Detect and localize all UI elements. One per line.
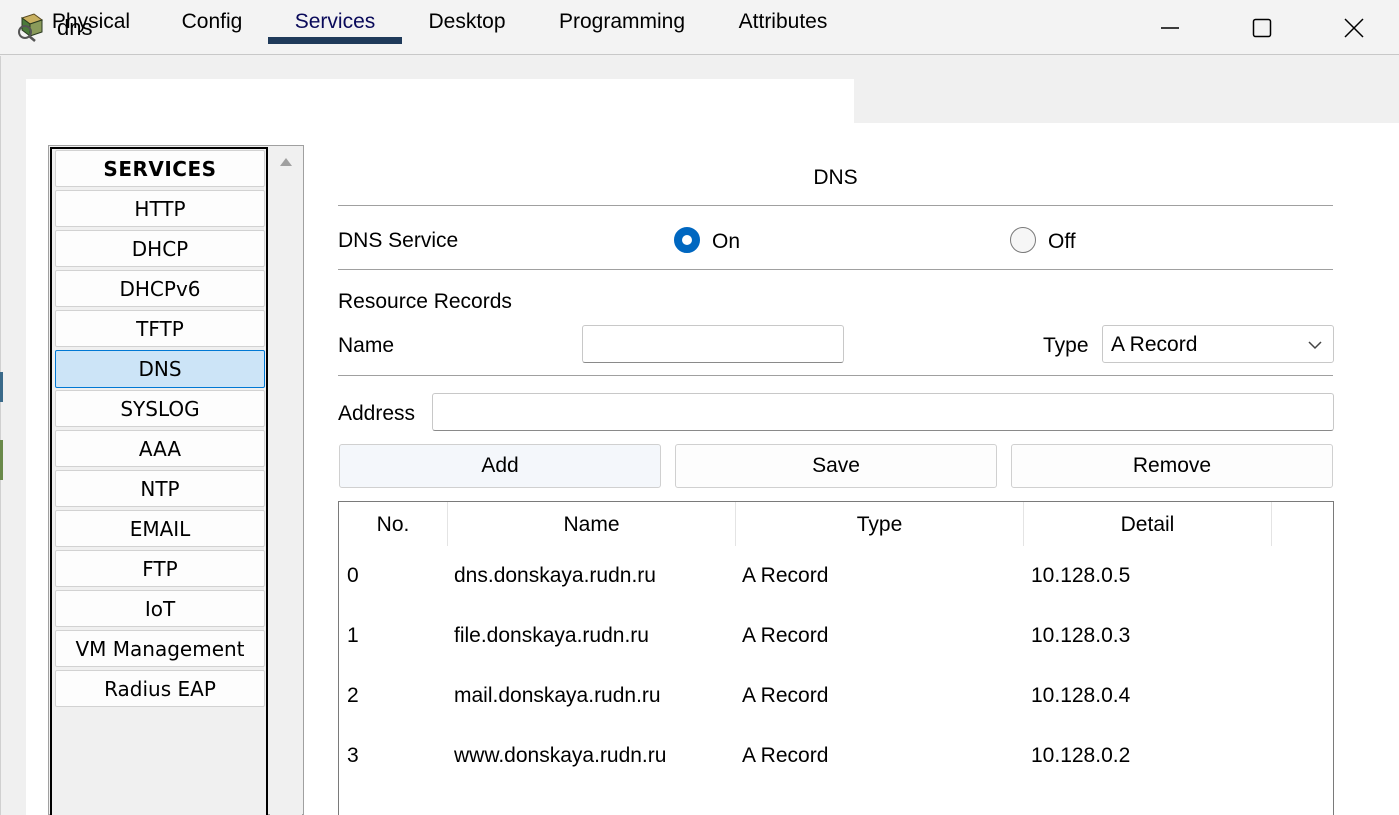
records-table: No. Name Type Detail 0 dns.donskaya.rudn… [338, 501, 1334, 815]
tab-desktop[interactable]: Desktop [402, 0, 532, 44]
resource-records-label: Resource Records [338, 290, 512, 313]
service-item-radius-eap[interactable]: Radius EAP [55, 670, 265, 707]
divider [338, 269, 1333, 270]
minimize-button[interactable] [1124, 0, 1216, 55]
service-item-aaa[interactable]: AAA [55, 430, 265, 467]
add-button[interactable]: Add [339, 444, 661, 488]
service-item-email[interactable]: EMAIL [55, 510, 265, 547]
service-item-http[interactable]: HTTP [55, 190, 265, 227]
save-button[interactable]: Save [675, 444, 997, 488]
name-input[interactable] [582, 325, 844, 363]
maximize-button[interactable] [1216, 0, 1308, 55]
tab-physical[interactable]: Physical [26, 0, 156, 44]
services-header: SERVICES [55, 150, 265, 187]
dns-title: DNS [813, 166, 858, 189]
cell-type: A Record [742, 624, 829, 647]
column-header-no[interactable]: No. [339, 502, 448, 546]
service-item-ntp[interactable]: NTP [55, 470, 265, 507]
service-item-syslog[interactable]: SYSLOG [55, 390, 265, 427]
tab-bar [26, 79, 854, 123]
window-edge [0, 440, 3, 480]
cell-name: dns.donskaya.rudn.ru [454, 564, 656, 587]
divider [338, 375, 1333, 376]
column-header-type[interactable]: Type [736, 502, 1024, 546]
cell-name: file.donskaya.rudn.ru [454, 624, 649, 647]
close-icon [1344, 17, 1364, 38]
service-item-iot[interactable]: IoT [55, 590, 265, 627]
dns-service-on-label[interactable]: On [712, 230, 740, 254]
cell-name: www.donskaya.rudn.ru [454, 744, 667, 767]
name-label: Name [338, 334, 395, 357]
cell-type: A Record [742, 684, 829, 707]
cell-detail: 10.128.0.2 [1031, 744, 1131, 767]
tab-programming[interactable]: Programming [532, 0, 712, 44]
column-header-detail[interactable]: Detail [1024, 502, 1272, 546]
cell-detail: 10.128.0.5 [1031, 564, 1131, 587]
scroll-up-arrow-icon[interactable] [280, 158, 292, 166]
service-item-vm-management[interactable]: VM Management [55, 630, 265, 667]
service-item-dns[interactable]: DNS [55, 350, 265, 388]
cell-type: A Record [742, 744, 829, 767]
type-label: Type [1043, 334, 1089, 357]
dns-service-off-radio[interactable] [1010, 227, 1036, 253]
type-select-value: A Record [1111, 333, 1198, 356]
tab-config[interactable]: Config [156, 0, 268, 44]
chevron-down-icon [1308, 341, 1322, 350]
cell-no: 0 [347, 564, 359, 587]
service-item-ftp[interactable]: FTP [55, 550, 265, 587]
cell-detail: 10.128.0.3 [1031, 624, 1131, 647]
cell-no: 1 [347, 624, 359, 647]
tab-services[interactable]: Services [268, 0, 402, 44]
services-scrollbar[interactable] [270, 147, 302, 815]
cell-no: 3 [347, 744, 359, 767]
type-select[interactable]: A Record [1102, 325, 1334, 363]
window-edge [0, 372, 3, 402]
close-button[interactable] [1308, 0, 1399, 55]
table-row[interactable]: 3 www.donskaya.rudn.ru A Record 10.128.0… [339, 742, 1333, 802]
cell-type: A Record [742, 564, 829, 587]
column-header-name[interactable]: Name [448, 502, 736, 546]
cell-name: mail.donskaya.rudn.ru [454, 684, 661, 707]
address-label: Address [338, 402, 416, 425]
cell-no: 2 [347, 684, 359, 707]
table-row[interactable]: 2 mail.donskaya.rudn.ru A Record 10.128.… [339, 682, 1333, 742]
tab-attributes[interactable]: Attributes [712, 0, 854, 44]
services-list: SERVICES HTTP DHCP DHCPv6 TFTP DNS SYSLO… [50, 147, 268, 815]
remove-button[interactable]: Remove [1011, 444, 1333, 488]
service-item-dhcp[interactable]: DHCP [55, 230, 265, 267]
service-item-dhcpv6[interactable]: DHCPv6 [55, 270, 265, 307]
dns-service-label: DNS Service [338, 229, 459, 252]
service-item-tftp[interactable]: TFTP [55, 310, 265, 347]
divider [338, 205, 1333, 206]
dns-service-on-radio[interactable] [674, 227, 700, 253]
cell-detail: 10.128.0.4 [1031, 684, 1131, 707]
dns-service-off-label[interactable]: Off [1048, 230, 1076, 254]
address-input[interactable] [432, 393, 1334, 431]
table-row[interactable]: 0 dns.donskaya.rudn.ru A Record 10.128.0… [339, 562, 1333, 622]
minimize-icon [1161, 26, 1179, 29]
maximize-icon [1252, 18, 1272, 37]
table-row[interactable]: 1 file.donskaya.rudn.ru A Record 10.128.… [339, 622, 1333, 682]
